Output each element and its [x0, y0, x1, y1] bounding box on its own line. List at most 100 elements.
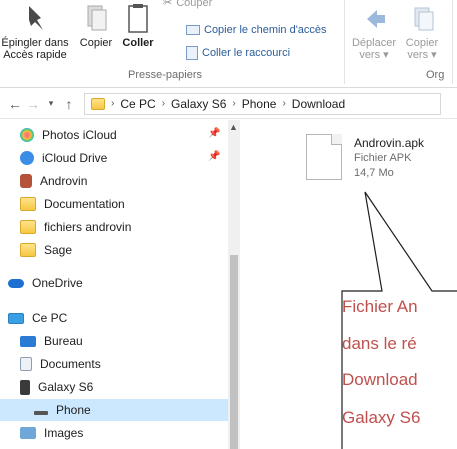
nav-item-label: Documents	[40, 357, 101, 371]
path-icon	[186, 25, 200, 35]
chevron-right-icon: ›	[161, 98, 166, 109]
cut-label: Couper	[176, 0, 213, 9]
nav-item-label: Phone	[56, 403, 91, 417]
phone-device-icon	[20, 379, 30, 395]
breadcrumb-item[interactable]: Ce PC	[120, 97, 155, 111]
copy-to-label-line1: Copier	[405, 37, 439, 49]
organize-group-label: Org	[426, 69, 445, 81]
move-label-line2: vers ▾	[359, 49, 389, 61]
nav-item-label: Images	[44, 426, 84, 440]
up-arrow-icon[interactable]: ↑	[60, 96, 78, 112]
nav-item-images[interactable]: Images	[0, 422, 228, 444]
callout-line: Fichier An	[342, 297, 418, 316]
copy-path-button[interactable]: Copier le chemin d'accès	[186, 24, 327, 36]
callout-line: dans le ré	[342, 334, 417, 353]
copy-to-button[interactable]: Copier vers ▾	[400, 4, 444, 61]
photos-icloud-icon	[20, 128, 34, 142]
nav-item-label: Galaxy S6	[38, 380, 94, 394]
paste-shortcut-label: Coller le raccourci	[202, 47, 291, 59]
ribbon-separator	[344, 0, 345, 84]
pin-label-line1: Épingler dans	[1, 37, 69, 49]
androvin-icon	[20, 174, 32, 188]
nav-item-phone[interactable]: Phone	[0, 399, 228, 421]
forward-arrow-icon[interactable]: →	[24, 96, 42, 112]
copy-to-label-line2-text: vers	[407, 49, 429, 61]
callout-line: Download	[342, 370, 418, 389]
images-icon	[20, 427, 36, 439]
copy-label: Copier	[79, 37, 113, 49]
onedrive-cloud-icon	[8, 278, 24, 288]
pin-icon[interactable]: 📌	[208, 151, 220, 162]
chevron-right-icon: ›	[232, 98, 236, 109]
pin-icon[interactable]: 📌	[208, 128, 220, 139]
move-label-line2-text: vers	[359, 49, 381, 61]
nav-item-onedrive[interactable]: OneDrive	[0, 272, 228, 294]
cut-button[interactable]: ✂ Couper	[163, 0, 212, 9]
callout-line: Galaxy S6	[342, 408, 421, 427]
scroll-up-arrow-icon[interactable]: ▲	[229, 122, 238, 132]
nav-item-sage[interactable]: Sage	[0, 239, 228, 261]
paste-button[interactable]: Coller	[116, 4, 160, 49]
nav-item-label: OneDrive	[32, 276, 83, 290]
file-name[interactable]: Androvin.apk	[354, 136, 424, 150]
copy-to-label-line2: vers ▾	[407, 49, 437, 61]
copy-to-icon	[414, 7, 434, 31]
file-size: 14,7 Mo	[354, 167, 394, 179]
copy-icon	[87, 5, 107, 31]
nav-item-documentation[interactable]: Documentation	[0, 193, 228, 215]
nav-item-label: fichiers androvin	[44, 220, 132, 234]
nav-item-label: Bureau	[44, 334, 83, 348]
desktop-icon	[20, 335, 36, 347]
paste-shortcut-button[interactable]: Coller le raccourci	[186, 46, 290, 60]
nav-item-label: Photos iCloud	[42, 128, 117, 142]
back-arrow-icon[interactable]: ←	[6, 96, 24, 112]
nav-scrollbar-thumb[interactable]	[230, 255, 238, 449]
breadcrumb-item[interactable]: Galaxy S6	[171, 97, 226, 111]
nav-item-this-pc[interactable]: Ce PC	[0, 307, 228, 329]
icloud-drive-icon	[20, 151, 34, 165]
nav-item-photos-icloud[interactable]: Photos iCloud 📌	[0, 124, 228, 146]
breadcrumb-item[interactable]: Phone	[242, 97, 277, 111]
move-to-button[interactable]: Déplacer vers ▾	[350, 4, 398, 61]
nav-item-galaxy-s6[interactable]: Galaxy S6	[0, 376, 228, 398]
scissors-icon: ✂	[163, 0, 173, 9]
copy-path-label: Copier le chemin d'accès	[204, 24, 327, 36]
paste-label: Coller	[122, 37, 154, 49]
chevron-right-icon: ›	[111, 98, 115, 109]
recent-dropdown-icon[interactable]: ▾	[42, 98, 60, 109]
move-label-line1: Déplacer	[351, 37, 397, 49]
pin-quick-access-button[interactable]: Épingler dans Accès rapide	[0, 4, 70, 61]
nav-item-label: Androvin	[40, 174, 88, 188]
storage-drive-icon	[34, 411, 48, 415]
copy-button[interactable]: Copier	[76, 4, 116, 49]
pin-label-line2: Accès rapide	[3, 49, 67, 61]
pin-icon	[29, 6, 43, 30]
computer-icon	[8, 312, 24, 324]
nav-item-label: iCloud Drive	[42, 151, 108, 165]
chevron-right-icon: ›	[282, 98, 286, 109]
paste-icon	[128, 4, 148, 33]
nav-item-androvin[interactable]: Androvin	[0, 170, 228, 192]
ribbon: Épingler dans Accès rapide Copier Coller…	[0, 0, 457, 88]
move-icon	[367, 10, 385, 28]
folder-icon	[20, 197, 36, 211]
file-type: Fichier APK	[354, 152, 412, 164]
folder-icon	[20, 243, 36, 257]
navigation-pane: Photos iCloud 📌 iCloud Drive 📌 Androvin …	[0, 120, 240, 449]
nav-item-label: Documentation	[44, 197, 125, 211]
nav-item-documents[interactable]: Documents	[0, 353, 228, 375]
apk-file-icon[interactable]	[306, 134, 342, 180]
shortcut-icon	[186, 46, 198, 60]
clipboard-group-label: Presse-papiers	[128, 69, 202, 81]
ribbon-separator-2	[452, 0, 453, 84]
folder-icon	[20, 220, 36, 234]
breadcrumb[interactable]: › Ce PC › Galaxy S6 › Phone › Download	[84, 92, 441, 115]
folder-icon	[91, 97, 105, 110]
nav-item-label: Sage	[44, 243, 73, 257]
nav-item-bureau[interactable]: Bureau	[0, 330, 228, 352]
breadcrumb-item[interactable]: Download	[292, 97, 345, 111]
nav-item-icloud-drive[interactable]: iCloud Drive 📌	[0, 147, 228, 169]
nav-item-label: Ce PC	[32, 311, 68, 325]
nav-item-fichiers-androvin[interactable]: fichiers androvin	[0, 216, 228, 238]
documents-icon	[20, 357, 32, 371]
